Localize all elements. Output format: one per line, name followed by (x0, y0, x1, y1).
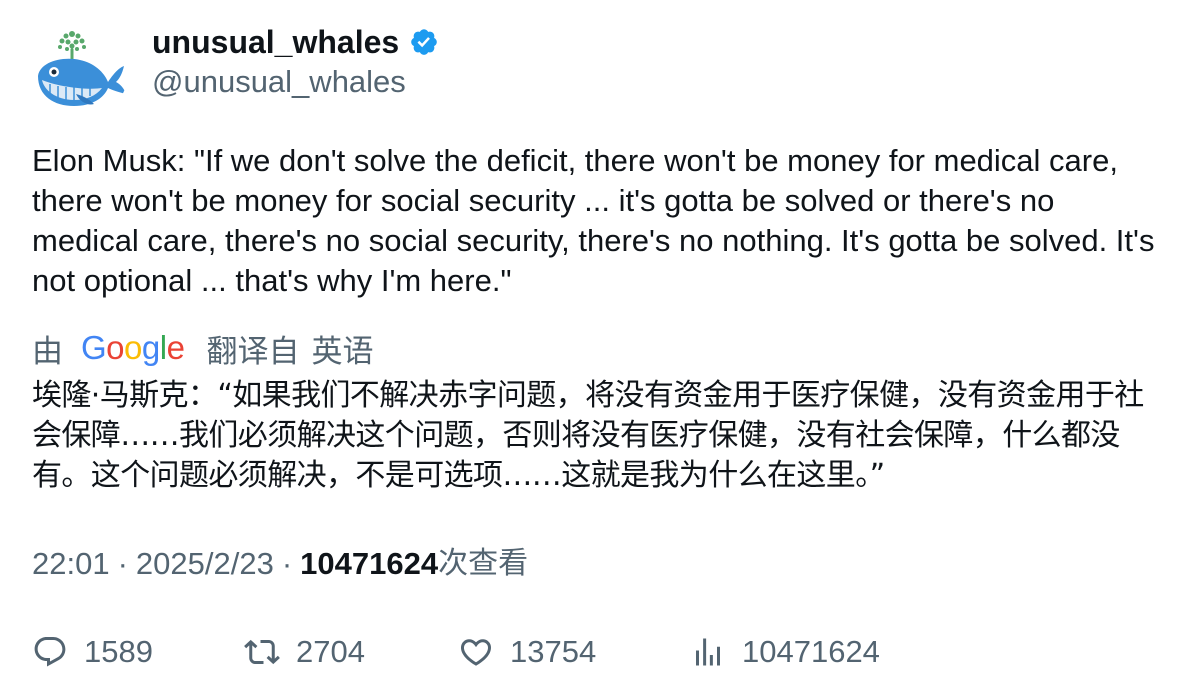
whale-logo-icon (38, 31, 126, 106)
author-handle[interactable]: @unusual_whales (152, 62, 406, 102)
source-language: 英语 (311, 333, 374, 370)
google-logo-letter: l (159, 329, 167, 366)
reply-button[interactable]: 1589 (32, 628, 153, 676)
google-logo-letter: o (124, 329, 142, 366)
retweet-count: 2704 (296, 634, 365, 669)
analytics-icon (696, 638, 720, 666)
reply-icon (34, 637, 66, 667)
translate-by-label: 由 (32, 333, 63, 370)
translated-text: 埃隆·马斯克：“如果我们不解决赤字问题，将没有资金用于医疗保健，没有资金用于社会… (32, 378, 1144, 493)
tweet-meta: 22:01 · 2025/2/23 · 10471624 次查看 (32, 544, 528, 584)
google-logo: Google (81, 329, 185, 367)
like-count: 13754 (510, 634, 597, 669)
meta-separator: · (117, 546, 128, 581)
translate-from-label: 翻译自 (206, 333, 300, 370)
retweet-icon (244, 639, 280, 665)
tweet-text: Elon Musk: "If we don't solve the defici… (32, 143, 1155, 298)
google-logo-letter: o (106, 329, 125, 366)
google-logo-letter: e (166, 329, 185, 366)
translation-attribution[interactable]: 由 Google 翻译自 英语 (32, 326, 373, 370)
tweet-date[interactable]: 2025/2/23 (136, 544, 274, 584)
views-count: 10471624 (300, 546, 439, 581)
meta-separator: · (281, 546, 293, 581)
views-button[interactable]: 10471624 (690, 628, 880, 676)
author-display-name[interactable]: unusual_whales (152, 22, 399, 62)
google-logo-letter: G (81, 329, 107, 366)
author-name-row[interactable]: unusual_whales (152, 22, 439, 62)
google-logo-letter: g (141, 329, 160, 366)
verified-badge-icon (411, 29, 437, 55)
heart-icon (460, 639, 492, 666)
like-button[interactable]: 13754 (458, 628, 596, 676)
avatar[interactable] (32, 24, 128, 120)
views-label: 次查看 (438, 546, 529, 581)
tweet-card: unusual_whales @unusual_whales Elon Musk… (0, 0, 1196, 698)
retweet-button[interactable]: 2704 (244, 628, 365, 676)
tweet-actions: 1589 2704 13754 10471624 (32, 628, 1168, 676)
reply-count: 1589 (84, 634, 153, 669)
views-action-count: 10471624 (742, 634, 880, 669)
tweet-time[interactable]: 22:01 (32, 544, 110, 584)
